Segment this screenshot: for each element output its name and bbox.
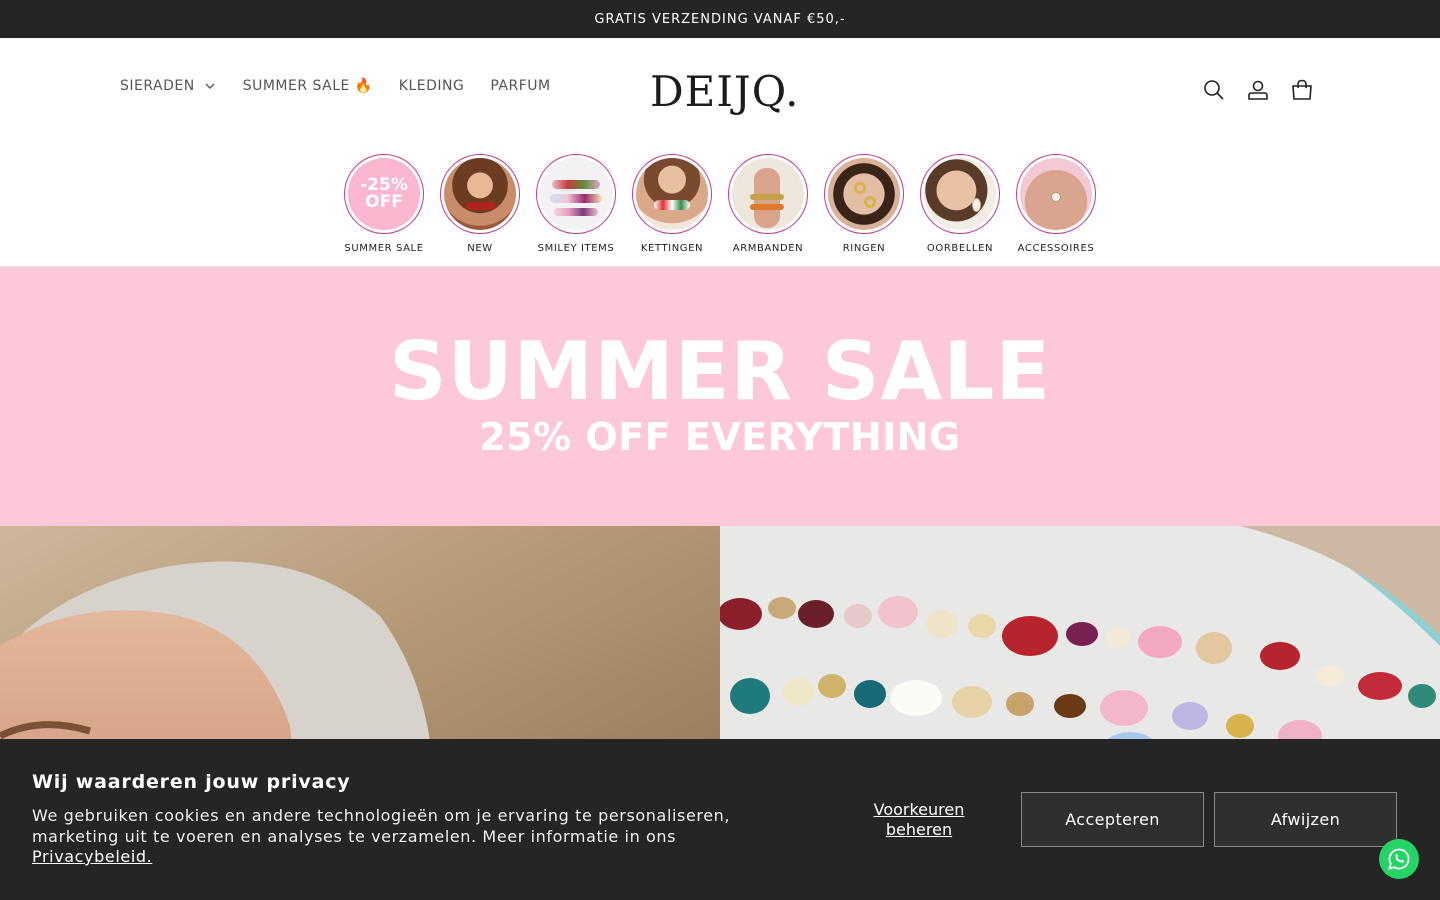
category-label: RINGEN [842, 243, 886, 254]
category-summer-sale[interactable]: -25% OFF SUMMER SALE [336, 142, 432, 266]
category-image [924, 158, 996, 230]
cookie-title: Wij waarderen jouw privacy [32, 771, 351, 793]
earring-shape [972, 198, 981, 212]
nav-item-label: KLEDING [398, 78, 465, 94]
ring-shape [854, 182, 866, 194]
sale-badge: -25% OFF [360, 175, 408, 212]
site-header: SIERADEN SUMMER SALE 🔥 KLEDING PARFUM DE… [0, 38, 1440, 142]
bracelet-shape [750, 194, 784, 200]
nav-item-summer-sale[interactable]: SUMMER SALE 🔥 [243, 78, 373, 94]
nav-item-parfum[interactable]: PARFUM [490, 78, 550, 94]
site-logo[interactable]: DEIJQ. [650, 62, 798, 122]
category-label: OORBELLEN [926, 243, 994, 254]
search-button[interactable] [1196, 76, 1232, 104]
category-image [1020, 158, 1092, 230]
hero-banner[interactable]: SUMMER SALE 25% OFF EVERYTHING [0, 267, 1440, 526]
bead-shape [554, 208, 598, 216]
category-accessoires[interactable]: ACCESSOIRES [1008, 142, 1104, 266]
bracelet-shape [750, 204, 784, 210]
category-armbanden[interactable]: ARMBANDEN [720, 142, 816, 266]
category-ringen[interactable]: RINGEN [816, 142, 912, 266]
category-image [540, 158, 612, 230]
category-label: SUMMER SALE [344, 243, 424, 254]
hero-subtitle: 25% OFF EVERYTHING [479, 414, 961, 459]
nav-item-label: SUMMER SALE 🔥 [242, 78, 373, 94]
category-ring [536, 154, 616, 234]
category-ring [920, 154, 1000, 234]
announcement-bar: GRATIS VERZENDING VANAF €50,- [0, 0, 1440, 38]
category-oorbellen[interactable]: OORBELLEN [912, 142, 1008, 266]
category-label: ARMBANDEN [732, 243, 804, 254]
manage-preferences-link[interactable]: Voorkeuren beheren [860, 800, 978, 840]
category-label: SMILEY ITEMS [537, 243, 615, 254]
nav-item-sieraden[interactable]: SIERADEN [120, 78, 217, 94]
category-image [732, 158, 804, 230]
cookie-description: We gebruiken cookies en andere technolog… [32, 806, 731, 846]
category-ring [824, 154, 904, 234]
nav-item-label: PARFUM [490, 78, 551, 94]
nav-item-kleding[interactable]: KLEDING [399, 78, 465, 94]
category-label: NEW [467, 243, 493, 254]
header-icons [1196, 76, 1328, 104]
category-label: ACCESSOIRES [1017, 243, 1095, 254]
accept-button[interactable]: Accepteren [1021, 792, 1204, 847]
category-image [636, 158, 708, 230]
reject-button[interactable]: Afwijzen [1214, 792, 1397, 847]
bead-shape [550, 194, 602, 203]
chevron-down-icon [205, 83, 215, 89]
privacy-policy-link[interactable]: Privacybeleid. [32, 847, 152, 866]
category-ring [440, 154, 520, 234]
announcement-text: GRATIS VERZENDING VANAF €50,- [594, 11, 846, 27]
cookie-banner: Wij waarderen jouw privacy We gebruiken … [0, 739, 1440, 900]
whatsapp-button[interactable] [1379, 839, 1419, 879]
cookie-text: We gebruiken cookies en andere technolog… [32, 806, 732, 868]
account-button[interactable] [1240, 76, 1276, 104]
category-ring: -25% OFF [344, 154, 424, 234]
category-strip: -25% OFF SUMMER SALE NEW SMILEY ITEMS KE… [0, 142, 1440, 267]
category-label: KETTINGEN [640, 243, 704, 254]
category-ring [728, 154, 808, 234]
whatsapp-icon [1388, 848, 1410, 870]
search-icon [1204, 80, 1224, 100]
category-image [444, 158, 516, 230]
category-smiley-items[interactable]: SMILEY ITEMS [528, 142, 624, 266]
ring-shape [864, 196, 876, 208]
nav-item-label: SIERADEN [120, 78, 195, 94]
necklace-shape [466, 202, 496, 210]
category-new[interactable]: NEW [432, 142, 528, 266]
account-icon [1248, 80, 1268, 100]
pendant-shape [1051, 192, 1061, 202]
bead-shape [552, 180, 600, 189]
necklace-shape [654, 200, 690, 210]
cart-button[interactable] [1284, 76, 1320, 104]
category-ring [1016, 154, 1096, 234]
category-ring [632, 154, 712, 234]
main-nav: SIERADEN SUMMER SALE 🔥 KLEDING PARFUM [120, 78, 577, 94]
category-kettingen[interactable]: KETTINGEN [624, 142, 720, 266]
cart-icon [1292, 79, 1312, 100]
hero-title: SUMMER SALE [388, 324, 1052, 418]
category-image [828, 158, 900, 230]
category-image: -25% OFF [348, 158, 420, 230]
